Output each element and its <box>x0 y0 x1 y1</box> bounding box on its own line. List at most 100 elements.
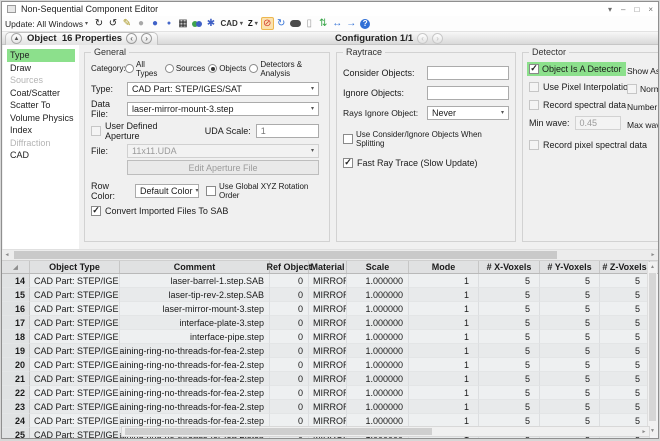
cell-x-voxels[interactable]: 5 <box>479 274 540 288</box>
cell-row-number[interactable]: 14 <box>2 274 30 288</box>
cell-z-voxels[interactable]: 5 <box>600 386 650 400</box>
cell-z-voxels[interactable]: 5 <box>600 330 650 344</box>
cell-comment[interactable]: laser-barrel-1.step.SAB <box>120 274 270 288</box>
table-corner-header[interactable]: ◢ <box>2 261 30 273</box>
cell-comment[interactable]: interface-pipe.step <box>120 330 270 344</box>
type-select[interactable]: CAD Part: STEP/IGES/SAT ▾ <box>127 82 319 96</box>
cell-material[interactable]: MIRROR <box>309 288 347 302</box>
ray-database-icon[interactable] <box>190 17 203 30</box>
cell-object-type[interactable]: CAD Part: STEP/IGES/SAT▾ <box>30 386 120 400</box>
cell-scale[interactable]: 1.000000 <box>347 372 409 386</box>
cell-material[interactable]: MIRROR <box>309 302 347 316</box>
scroll-left-icon[interactable] <box>2 250 12 260</box>
cell-row-number[interactable]: 17 <box>2 316 30 330</box>
cell-material[interactable]: MIRROR <box>309 386 347 400</box>
row-color-select[interactable]: Default Color ▾ <box>135 184 199 198</box>
cell-z-voxels[interactable]: 5 <box>600 302 650 316</box>
update-all-icon[interactable]: ↺ <box>106 17 119 30</box>
sidebar-item-diffraction[interactable]: Diffraction <box>7 137 75 150</box>
column-header--y-voxels[interactable]: # Y-Voxels <box>540 261 600 273</box>
table-row[interactable]: 18CAD Part: STEP/IGES/SAT▾interface-pipe… <box>2 330 658 344</box>
cell-row-number[interactable]: 15 <box>2 288 30 302</box>
cell-object-type[interactable]: CAD Part: STEP/IGES/SAT▾ <box>30 414 120 428</box>
cell-mode[interactable]: 1 <box>409 400 479 414</box>
cell-mode[interactable]: 1 <box>409 330 479 344</box>
uda-file-select[interactable]: 11x11.UDA ▾ <box>127 144 319 158</box>
cell-z-voxels[interactable]: 5 <box>600 358 650 372</box>
cell-material[interactable]: MIRROR <box>309 358 347 372</box>
cell-ref-object[interactable]: 0 <box>270 386 309 400</box>
radio-all-types[interactable] <box>125 64 134 73</box>
table-row[interactable]: 14CAD Part: STEP/IGES/SAT▾laser-barrel-1… <box>2 274 658 288</box>
radio-detectors-analysis[interactable] <box>249 64 258 73</box>
table-horizontal-scrollbar[interactable] <box>121 426 650 437</box>
previous-configuration-button[interactable]: ‹ <box>417 33 428 44</box>
cell-row-number[interactable]: 18 <box>2 330 30 344</box>
minimize-icon[interactable]: – <box>621 5 625 14</box>
cell-x-voxels[interactable]: 5 <box>479 358 540 372</box>
table-vertical-scrollbar[interactable] <box>647 262 657 436</box>
cell-scale[interactable]: 1.000000 <box>347 316 409 330</box>
cell-ref-object[interactable]: 0 <box>270 400 309 414</box>
consider-objects-input[interactable] <box>427 66 509 80</box>
edit-aperture-file-button[interactable]: Edit Aperture File <box>127 160 319 175</box>
column-header-comment[interactable]: Comment <box>120 261 270 273</box>
cell-z-voxels[interactable]: 5 <box>600 288 650 302</box>
table-row[interactable]: 22CAD Part: STEP/IGES/SAT▾retaining-ring… <box>2 386 658 400</box>
global-xyz-rotation-checkbox[interactable] <box>206 186 216 196</box>
cell-material[interactable]: MIRROR <box>309 400 347 414</box>
sidebar-item-coat-scatter[interactable]: Coat/Scatter <box>7 87 75 100</box>
scroll-right-icon[interactable] <box>648 250 658 260</box>
cell-scale[interactable]: 1.000000 <box>347 386 409 400</box>
cell-comment[interactable]: retaining-ring-no-threads-for-fea-2.step <box>120 372 270 386</box>
cell-row-number[interactable]: 22 <box>2 386 30 400</box>
optimization-wheel-icon[interactable]: ✱ <box>204 17 217 30</box>
scrollbar-thumb[interactable] <box>649 273 656 421</box>
right-arrow-icon[interactable]: → <box>345 17 358 30</box>
cell-mode[interactable]: 1 <box>409 316 479 330</box>
cell-x-voxels[interactable]: 5 <box>479 302 540 316</box>
edit-object-icon[interactable]: ✎ <box>120 17 133 30</box>
convert-to-sab-checkbox[interactable] <box>91 206 101 216</box>
table-row[interactable]: 23CAD Part: STEP/IGES/SAT▾retaining-ring… <box>2 400 658 414</box>
normal-checkbox[interactable] <box>627 84 637 94</box>
cell-ref-object[interactable]: 0 <box>270 274 309 288</box>
cell-y-voxels[interactable]: 5 <box>540 288 600 302</box>
sidebar-item-volume-physics[interactable]: Volume Physics <box>7 112 75 125</box>
cell-y-voxels[interactable]: 5 <box>540 386 600 400</box>
cell-ref-object[interactable]: 0 <box>270 358 309 372</box>
shaded-model-gray-icon[interactable]: ● <box>134 17 147 30</box>
maximize-icon[interactable]: □ <box>634 5 639 14</box>
cell-material[interactable]: MIRROR <box>309 274 347 288</box>
cell-object-type[interactable]: CAD Part: STEP/IGES/SAT▾ <box>30 372 120 386</box>
update-icon[interactable]: ↻ <box>92 17 105 30</box>
cell-ref-object[interactable]: 0 <box>270 330 309 344</box>
next-configuration-button[interactable]: › <box>432 33 443 44</box>
sidebar-item-sources[interactable]: Sources <box>7 74 75 87</box>
cell-mode[interactable]: 1 <box>409 302 479 316</box>
cell-row-number[interactable]: 16 <box>2 302 30 316</box>
cell-row-number[interactable]: 25 <box>2 428 30 439</box>
cell-row-number[interactable]: 24 <box>2 414 30 428</box>
sidebar-item-scatter-to[interactable]: Scatter To <box>7 99 75 112</box>
cell-x-voxels[interactable]: 5 <box>479 386 540 400</box>
cell-mode[interactable]: 1 <box>409 372 479 386</box>
min-wave-input[interactable]: 0.45 <box>575 116 621 130</box>
rays-ignore-object-select[interactable]: Never ▾ <box>427 106 509 120</box>
cell-comment[interactable]: retaining-ring-no-threads-for-fea-2.step <box>120 386 270 400</box>
cell-comment[interactable]: retaining-ring-no-threads-for-fea-2.step <box>120 400 270 414</box>
cell-comment[interactable]: laser-mirror-mount-3.step <box>120 302 270 316</box>
cell-material[interactable]: MIRROR <box>309 330 347 344</box>
ignore-objects-input[interactable] <box>427 86 509 100</box>
cell-comment[interactable]: laser-tip-rev-2.step.SAB <box>120 288 270 302</box>
cell-z-voxels[interactable]: 5 <box>600 372 650 386</box>
table-row[interactable]: 15CAD Part: STEP/IGES/SAT▾laser-tip-rev-… <box>2 288 658 302</box>
user-defined-aperture-checkbox[interactable] <box>91 126 101 136</box>
column-header--x-voxels[interactable]: # X-Voxels <box>479 261 540 273</box>
consider-ignore-splitting-checkbox[interactable] <box>343 134 353 144</box>
cell-object-type[interactable]: CAD Part: STEP/IGES/SAT▾ <box>30 358 120 372</box>
help-icon[interactable]: ? <box>359 17 372 30</box>
cell-object-type[interactable]: CAD Part: STEP/IGES/SAT▾ <box>30 316 120 330</box>
radio-sources[interactable] <box>165 64 174 73</box>
cell-object-type[interactable]: CAD Part: STEP/IGES/SAT▾ <box>30 400 120 414</box>
